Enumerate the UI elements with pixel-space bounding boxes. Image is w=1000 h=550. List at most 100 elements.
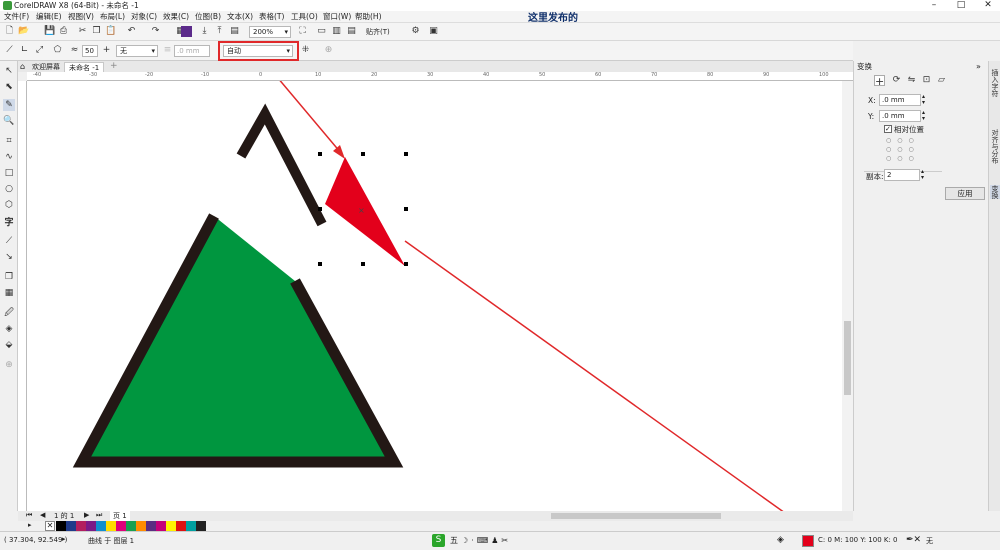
freehand-tool-icon[interactable]: ✎ [3,99,15,111]
size-icon[interactable]: ⊡ [921,75,932,86]
maximize-button[interactable]: □ [952,0,970,11]
drawing-canvas[interactable]: × [27,81,842,511]
palette-swatch[interactable] [186,521,196,531]
menu-window[interactable]: 窗口(W) [323,11,351,23]
coords-arrow-icon[interactable]: ▸ [62,535,66,543]
vertical-scrollbar[interactable] [842,81,853,511]
smoothing-stepper[interactable]: + [101,45,112,56]
minimize-button[interactable]: – [925,0,943,11]
apply-button[interactable]: 应用 [945,187,985,200]
undo-icon[interactable]: ↶ [126,26,137,37]
palette-swatch[interactable] [136,521,146,531]
copies-stepper[interactable]: ▴ ▾ [921,169,924,181]
vertical-scroll-thumb[interactable] [844,321,851,395]
publish-pdf-icon[interactable]: ▤ [229,26,240,37]
side-tab-align-distribute[interactable]: 对齐与分布 [990,129,1000,164]
close-button[interactable]: ✕ [979,0,997,11]
new-document-icon[interactable]: 🗋 [4,26,15,37]
application-launcher-icon[interactable]: ▣ [428,26,439,37]
polygon-tool-icon[interactable]: ⬡ [3,199,15,211]
interactive-fill-tool-icon[interactable]: ◈ [3,323,15,335]
input-method-icon[interactable]: S [432,534,445,547]
export-icon[interactable]: ⤒ [214,26,225,37]
anchor-point-grid[interactable]: ○○○ ○○○ ○○○ [886,136,920,163]
new-tab-icon[interactable]: + [110,61,118,71]
menu-effects[interactable]: 效果(C) [163,11,189,23]
menu-help[interactable]: 帮助(H) [355,11,382,23]
shape-icon[interactable]: ⬠ [52,45,63,56]
palette-swatch[interactable] [196,521,206,531]
palette-swatch[interactable] [156,521,166,531]
curve-tool-icon[interactable]: ∿ [3,151,15,163]
eyedropper-tool-icon[interactable]: 🖉 [3,307,15,319]
menu-bitmaps[interactable]: 位图(B) [195,11,221,23]
parallel-dimension-tool-icon[interactable]: ⟋ [3,235,15,247]
no-color-swatch[interactable]: ✕ [45,521,55,531]
palette-swatch[interactable] [86,521,96,531]
drop-shadow-tool-icon[interactable]: ❐ [3,271,15,283]
connector-tool-icon[interactable]: ↘ [3,251,15,263]
skew-icon[interactable]: ▱ [936,75,947,86]
show-rulers-icon[interactable]: ▭ [316,26,327,37]
closed-curve-icon[interactable]: ⁜ [300,45,311,56]
tab-document[interactable]: 未命名 -1 [64,62,105,72]
fill-color-swatch[interactable] [802,535,814,547]
rotate-icon[interactable]: ⟳ [891,75,902,86]
page-tab[interactable]: 页 1 [110,511,130,521]
ime-toolbar-icon[interactable]: 五☽·⌨♟✂ [450,535,511,546]
zoom-level-select[interactable]: 200% [249,26,291,38]
smoothing-icon[interactable]: ≈ [69,45,80,56]
shape-tool-icon[interactable]: ⬉ [3,81,15,93]
menu-text[interactable]: 文本(X) [227,11,253,23]
print-icon[interactable]: ⎙ [58,26,69,37]
tab-welcome[interactable]: 欢迎屏幕 [28,62,64,72]
show-grid-icon[interactable]: ▥ [331,26,342,37]
palette-swatch[interactable] [56,521,66,531]
crop-tool-icon[interactable]: ⌗ [3,135,15,147]
cut-icon[interactable]: ✂ [77,26,88,37]
palette-swatch[interactable] [96,521,106,531]
x-position-input[interactable]: .0 mm [879,94,921,106]
add-tool-icon[interactable]: ⊕ [3,359,15,371]
first-page-icon[interactable]: ⏮ [26,511,32,520]
options-gear-icon[interactable]: ⚙ [410,26,421,37]
snap-to-dropdown[interactable]: 贴齐(T) [366,26,390,38]
palette-swatch[interactable] [106,521,116,531]
redo-icon[interactable]: ↷ [150,26,161,37]
palette-swatch[interactable] [166,521,176,531]
last-page-icon[interactable]: ⏭ [96,511,102,520]
docker-menu-icon[interactable]: » [976,62,981,71]
full-screen-icon[interactable]: ⛶ [297,26,308,37]
palette-scroll-icon[interactable]: ▸ [28,521,32,529]
show-guidelines-icon[interactable]: ▤ [346,26,357,37]
node-mode-icon[interactable]: ⤢ [34,45,45,56]
palette-swatch[interactable] [66,521,76,531]
menu-file[interactable]: 文件(F) [4,11,29,23]
position-icon[interactable]: + [874,75,885,87]
red-triangle[interactable] [325,157,405,266]
start-arrow-select[interactable]: 无 [116,45,158,57]
text-tool-icon[interactable]: 字 [3,217,15,229]
x-stepper[interactable]: ▴ ▾ [922,94,925,106]
horizontal-scroll-thumb[interactable] [551,513,721,519]
menu-object[interactable]: 对象(C) [131,11,157,23]
menu-table[interactable]: 表格(T) [259,11,284,23]
scale-mirror-icon[interactable]: ⇋ [906,75,917,86]
prev-page-icon[interactable]: ◀ [40,511,45,519]
pick-tool-icon[interactable]: ↖ [3,65,15,77]
ellipse-tool-icon[interactable]: ○ [3,183,15,195]
copies-input[interactable]: 2 [884,169,920,181]
next-page-icon[interactable]: ▶ [84,511,89,519]
home-icon[interactable]: ⌂ [20,62,25,71]
open-path-stroke[interactable] [236,103,327,227]
palette-swatch[interactable] [176,521,186,531]
menu-edit[interactable]: 编辑(E) [36,11,62,23]
palette-swatch[interactable] [146,521,156,531]
palette-swatch[interactable] [76,521,86,531]
freehand-mode-icon[interactable]: ⟋ [4,45,15,56]
side-tab-insert-character[interactable]: 插入字符 [990,69,1000,97]
paste-icon[interactable]: 📋 [105,26,116,37]
polyline-mode-icon[interactable]: ∟ [19,45,30,56]
add-icon[interactable]: ⊕ [323,45,334,56]
copy-icon[interactable]: ❐ [91,26,102,37]
